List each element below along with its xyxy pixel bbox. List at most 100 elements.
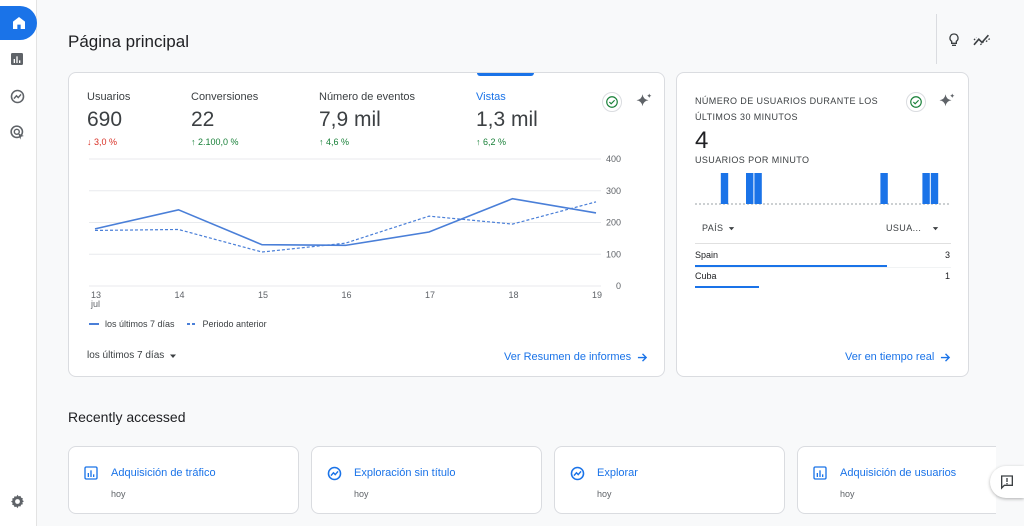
- caret-down-icon: [933, 226, 939, 230]
- nav-settings[interactable]: [6, 490, 28, 512]
- realtime-quality-button[interactable]: [906, 92, 926, 112]
- bar-chart-icon: [811, 464, 829, 482]
- metric-event-count[interactable]: Número de eventos 7,9 mil ↑ 4,6 %: [319, 91, 415, 147]
- sparkle-icon: [939, 93, 955, 107]
- page-title: Página principal: [68, 32, 189, 51]
- recent-item[interactable]: Adquisición de usuarios hoy: [797, 446, 996, 514]
- recent-item[interactable]: Explorar hoy: [554, 446, 785, 514]
- metric-conversions[interactable]: Conversiones 22 ↑ 2.100,0 %: [191, 91, 258, 147]
- metric-users[interactable]: Usuarios 690 ↓ 3,0 %: [87, 91, 130, 147]
- explore-icon: [10, 89, 24, 103]
- advertising-icon: [9, 124, 24, 140]
- arrow-right-icon: [638, 352, 648, 362]
- metric-label: Conversiones: [191, 91, 259, 103]
- recent-item[interactable]: Adquisición de tráfico hoy: [68, 446, 299, 514]
- metric-views[interactable]: Vistas 1,3 mil ↑ 6,2 %: [476, 91, 538, 147]
- table-divider: [695, 267, 951, 268]
- metric-delta: ↑ 2.100,0 %: [191, 137, 239, 147]
- metric-label: Número de eventos: [319, 91, 415, 103]
- date-range-dropdown[interactable]: los últimos 7 días: [87, 350, 178, 361]
- recent-item[interactable]: Exploración sin título hoy: [311, 446, 542, 514]
- recent-item-name: Explorar: [597, 467, 638, 479]
- nav-reports[interactable]: [6, 48, 28, 70]
- x-tick-label: 19: [592, 290, 602, 300]
- chart-legend: los últimos 7 días Periodo anterior: [89, 319, 267, 329]
- x-tick-label: 15: [258, 290, 268, 300]
- recent-item-name: Adquisición de tráfico: [111, 467, 216, 479]
- data-quality-button[interactable]: [602, 92, 622, 112]
- line-chart: 010020030040013 14 15 16 17 18 19jul: [89, 154, 621, 309]
- explore-icon: [325, 464, 343, 482]
- date-range-label: los últimos 7 días: [87, 350, 165, 361]
- realtime-user-count: 4: [695, 127, 709, 154]
- metric-delta: ↑ 4,6 %: [319, 137, 350, 147]
- caret-down-icon: [729, 226, 735, 230]
- view-reports-label: Ver Resumen de informes: [504, 351, 632, 363]
- y-tick-label: 300: [606, 186, 621, 196]
- column-users-label: USUA...: [886, 223, 922, 233]
- recently-accessed-title: Recently accessed: [68, 409, 186, 425]
- selected-metric-indicator: [477, 73, 534, 76]
- minute-bar: [930, 173, 939, 204]
- view-reports-link[interactable]: Ver Resumen de informes: [504, 351, 648, 363]
- y-tick-label: 100: [606, 249, 621, 259]
- lightbulb-icon: [949, 33, 959, 46]
- feedback-button[interactable]: [990, 466, 1024, 498]
- metric-delta: ↑ 6,2 %: [476, 137, 507, 147]
- x-tick-label: 18: [509, 290, 519, 300]
- gear-icon: [10, 494, 24, 508]
- y-tick-label: 200: [606, 218, 621, 228]
- nav-home[interactable]: [0, 6, 37, 40]
- minute-bar: [746, 173, 754, 204]
- trend-button[interactable]: [972, 30, 992, 50]
- arrow-right-icon: [941, 352, 951, 362]
- recent-item-date: hoy: [597, 489, 612, 499]
- metric-value: 22: [191, 108, 215, 131]
- users-per-minute-chart: [695, 173, 949, 205]
- minute-bar: [880, 173, 888, 204]
- arrow-up-icon: ↑: [476, 137, 484, 147]
- x-tick-label: 14: [175, 290, 185, 300]
- insights-sparkle-button[interactable]: [634, 91, 654, 111]
- y-tick-label: 400: [606, 154, 621, 164]
- table-row-bar: [695, 286, 759, 288]
- realtime-sparkle-button[interactable]: [937, 91, 957, 111]
- nav-explore[interactable]: [6, 85, 28, 107]
- nav-advertising[interactable]: [6, 121, 28, 143]
- recent-item-name: Adquisición de usuarios: [840, 467, 957, 479]
- column-country[interactable]: PAÍS: [702, 223, 736, 233]
- column-country-label: PAÍS: [702, 223, 724, 233]
- insights-button[interactable]: [944, 30, 964, 50]
- caret-down-icon: [170, 354, 177, 358]
- overview-card: Usuarios 690 ↓ 3,0 % Conversiones 22 ↑ 2…: [68, 72, 665, 377]
- column-users[interactable]: USUA...: [886, 223, 940, 233]
- view-realtime-link[interactable]: Ver en tiempo real: [845, 351, 951, 363]
- bar-chart-icon: [82, 464, 100, 482]
- metric-value: 7,9 mil: [319, 108, 381, 131]
- home-icon: [12, 17, 25, 29]
- left-navigation-rail: [0, 0, 37, 526]
- series-line-previous: [94, 201, 597, 253]
- minute-bar: [754, 173, 762, 204]
- minute-bar: [922, 173, 930, 204]
- x-tick-sublabel: jul: [90, 299, 100, 309]
- y-tick-label: 0: [616, 281, 621, 291]
- table-row-users: 3: [944, 250, 950, 260]
- trend-icon: [973, 34, 991, 46]
- toolbar-divider: [936, 14, 937, 64]
- arrow-up-icon: ↑: [319, 137, 327, 147]
- realtime-card: NÚMERO DE USUARIOS DURANTE LOS ÚLTIMOS 3…: [676, 72, 969, 377]
- recent-item-date: hoy: [111, 489, 126, 499]
- arrow-up-icon: ↑: [191, 137, 199, 147]
- legend-swatch-solid: [89, 323, 99, 325]
- table-divider: [695, 243, 951, 244]
- metric-value: 690: [87, 108, 123, 131]
- table-row-country: Cuba: [695, 271, 717, 281]
- metric-label: Vistas: [476, 91, 506, 103]
- feedback-icon: [1001, 475, 1013, 490]
- arrow-down-icon: ↓: [87, 137, 95, 147]
- recent-item-date: hoy: [840, 489, 855, 499]
- x-tick-label: 17: [425, 290, 435, 300]
- recent-item-date: hoy: [354, 489, 369, 499]
- x-tick-label: 16: [342, 290, 352, 300]
